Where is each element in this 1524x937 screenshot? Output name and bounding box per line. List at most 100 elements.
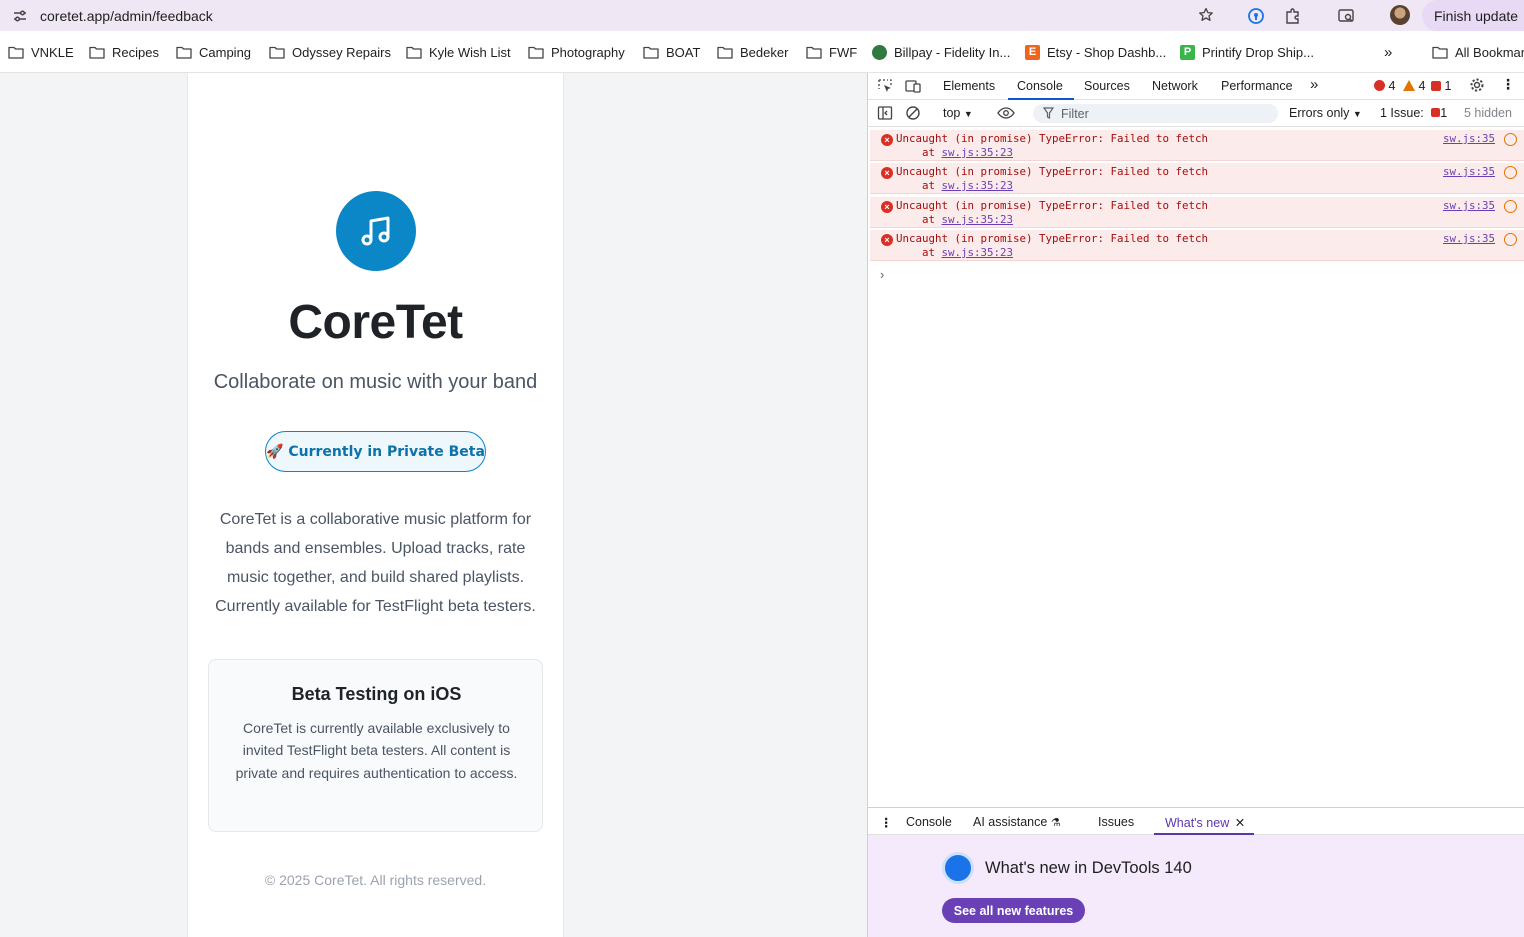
bookmark-label: VNKLE bbox=[31, 44, 74, 60]
etsy-favicon-icon: E bbox=[1025, 44, 1040, 60]
ai-explain-icon[interactable] bbox=[1504, 200, 1517, 213]
bookmark-folder[interactable]: Bedeker bbox=[717, 42, 788, 62]
drawer-tab-ai-assistance[interactable]: AI assistance ⚗ bbox=[973, 815, 1061, 829]
console-error-message[interactable]: × Uncaught (in promise) TypeError: Faile… bbox=[870, 197, 1524, 228]
error-x-icon: × bbox=[881, 201, 893, 213]
fidelity-favicon-icon bbox=[872, 44, 887, 60]
bookmark-label: Billpay - Fidelity In... bbox=[894, 44, 1011, 60]
clear-console-icon[interactable] bbox=[905, 105, 921, 124]
stack-location-link[interactable]: sw.js:35:23 bbox=[942, 146, 1014, 159]
bookmark-folder[interactable]: FWF bbox=[806, 42, 857, 62]
error-text: Uncaught (in promise) TypeError: Failed … bbox=[896, 232, 1209, 245]
whats-new-title: What's new in DevTools 140 bbox=[985, 859, 1192, 877]
ai-explain-icon[interactable] bbox=[1504, 166, 1517, 179]
sidebar-toggle-icon[interactable] bbox=[877, 105, 893, 124]
settings-gear-icon[interactable] bbox=[1469, 77, 1485, 96]
tab-elements[interactable]: Elements bbox=[943, 79, 995, 93]
bookmark-folder[interactable]: BOAT bbox=[643, 42, 700, 62]
drawer-tab-label: What's new bbox=[1165, 816, 1230, 830]
drawer-tab-issues[interactable]: Issues bbox=[1098, 815, 1134, 829]
issues-count: 1 bbox=[1440, 106, 1448, 120]
console-error-message[interactable]: × Uncaught (in promise) TypeError: Faile… bbox=[870, 163, 1524, 194]
bookmark-site[interactable]: P Printify Drop Ship... bbox=[1180, 42, 1314, 62]
console-error-message[interactable]: × Uncaught (in promise) TypeError: Faile… bbox=[870, 230, 1524, 261]
live-expression-eye-icon[interactable] bbox=[997, 105, 1015, 124]
close-icon[interactable]: ✕ bbox=[1235, 816, 1245, 830]
whats-new-panel: What's new in DevTools 140 See all new f… bbox=[868, 835, 1524, 937]
dropdown-arrow-icon: ▼ bbox=[1352, 109, 1362, 119]
music-note-icon bbox=[336, 191, 416, 271]
error-x-icon: × bbox=[881, 167, 893, 179]
profile-avatar[interactable] bbox=[1390, 5, 1410, 25]
tab-network[interactable]: Network bbox=[1152, 79, 1198, 93]
bookmark-label: Kyle Wish List bbox=[429, 44, 511, 60]
folder-icon bbox=[406, 46, 422, 59]
more-options-kebab-icon[interactable]: ⋮ bbox=[1501, 76, 1515, 93]
error-stack-line: at sw.js:35:23 bbox=[896, 213, 1014, 226]
issue-icon bbox=[1431, 108, 1441, 117]
bookmark-folder[interactable]: Photography bbox=[528, 42, 625, 62]
stack-location-link[interactable]: sw.js:35:23 bbox=[942, 246, 1014, 259]
drawer-menu-kebab-icon[interactable]: ⋮ bbox=[880, 815, 893, 830]
bookmarks-overflow-chevron-icon[interactable]: » bbox=[1384, 42, 1392, 62]
tab-console[interactable]: Console bbox=[1017, 79, 1063, 93]
bookmark-folder[interactable]: Recipes bbox=[89, 42, 159, 62]
all-bookmarks-folder[interactable]: All Bookmar bbox=[1432, 42, 1524, 62]
folder-icon bbox=[89, 46, 105, 59]
bookmark-label: All Bookmar bbox=[1455, 44, 1524, 60]
source-link[interactable]: sw.js:35 bbox=[1443, 232, 1495, 245]
log-level-selector[interactable]: Errors only ▼ bbox=[1289, 106, 1362, 120]
bookmark-label: Photography bbox=[551, 44, 625, 60]
bookmark-site[interactable]: Billpay - Fidelity In... bbox=[872, 42, 1010, 62]
source-link[interactable]: sw.js:35 bbox=[1443, 199, 1495, 212]
extensions-icon[interactable] bbox=[1282, 5, 1304, 27]
log-level-value: Errors only bbox=[1289, 106, 1350, 120]
error-stack-line: at sw.js:35:23 bbox=[896, 246, 1014, 259]
beta-box-text: CoreTet is currently available exclusive… bbox=[235, 720, 518, 781]
bookmark-label: FWF bbox=[829, 44, 858, 60]
error-stack-line: at sw.js:35:23 bbox=[896, 179, 1014, 192]
bookmark-star-icon[interactable] bbox=[1196, 5, 1216, 25]
bookmark-site[interactable]: E Etsy - Shop Dashb... bbox=[1025, 42, 1166, 62]
error-count[interactable]: 4 bbox=[1374, 79, 1395, 93]
password-manager-icon[interactable] bbox=[1245, 5, 1267, 27]
ai-explain-icon[interactable] bbox=[1504, 133, 1517, 146]
see-all-features-button[interactable]: See all new features bbox=[942, 898, 1085, 923]
site-info-icon[interactable] bbox=[0, 8, 40, 24]
console-filter-input[interactable]: Filter bbox=[1033, 104, 1278, 123]
finish-update-button[interactable]: Finish update bbox=[1422, 0, 1524, 31]
more-tabs-chevron-icon[interactable]: » bbox=[1310, 76, 1318, 93]
device-toolbar-icon[interactable] bbox=[905, 78, 921, 97]
bookmark-folder[interactable]: Odyssey Repairs bbox=[269, 42, 391, 62]
source-link[interactable]: sw.js:35 bbox=[1443, 165, 1495, 178]
bookmark-label: Etsy - Shop Dashb... bbox=[1047, 44, 1167, 60]
bookmark-folder[interactable]: Camping bbox=[176, 42, 251, 62]
warning-count[interactable]: 4 bbox=[1403, 79, 1425, 93]
error-text: Uncaught (in promise) TypeError: Failed … bbox=[896, 199, 1209, 212]
drawer-tab-whats-new[interactable]: What's new ✕ bbox=[1165, 815, 1245, 830]
url-host: coretet.app bbox=[40, 7, 111, 24]
issue-count[interactable]: 1 bbox=[1431, 79, 1451, 93]
stack-location-link[interactable]: sw.js:35:23 bbox=[942, 213, 1014, 226]
stack-location-link[interactable]: sw.js:35:23 bbox=[942, 179, 1014, 192]
source-link[interactable]: sw.js:35 bbox=[1443, 132, 1495, 145]
copyright-footer: © 2025 CoreTet. All rights reserved. bbox=[264, 872, 487, 888]
bookmark-folder[interactable]: Kyle Wish List bbox=[406, 42, 511, 62]
ai-explain-icon[interactable] bbox=[1504, 233, 1517, 246]
error-text: Uncaught (in promise) TypeError: Failed … bbox=[896, 165, 1209, 178]
drawer-tab-console[interactable]: Console bbox=[906, 815, 952, 829]
issues-link[interactable]: 1 Issue: 1 bbox=[1380, 106, 1447, 120]
context-selector[interactable]: top ▼ bbox=[943, 106, 973, 120]
console-prompt-chevron-icon[interactable]: › bbox=[880, 267, 884, 282]
bookmark-folder[interactable]: VNKLE bbox=[8, 42, 74, 62]
inspect-element-icon[interactable] bbox=[877, 78, 893, 97]
folder-icon bbox=[269, 46, 285, 59]
address-bar[interactable]: coretet.app/admin/feedback bbox=[0, 0, 1232, 31]
console-error-message[interactable]: × Uncaught (in promise) TypeError: Faile… bbox=[870, 130, 1524, 161]
folder-icon bbox=[8, 46, 24, 59]
tab-sources[interactable]: Sources bbox=[1084, 79, 1130, 93]
browser-toolbar: coretet.app/admin/feedback Finish update bbox=[0, 0, 1524, 31]
tab-performance[interactable]: Performance bbox=[1221, 79, 1293, 93]
tab-search-icon[interactable] bbox=[1335, 5, 1357, 27]
filter-placeholder: Filter bbox=[1061, 106, 1089, 121]
